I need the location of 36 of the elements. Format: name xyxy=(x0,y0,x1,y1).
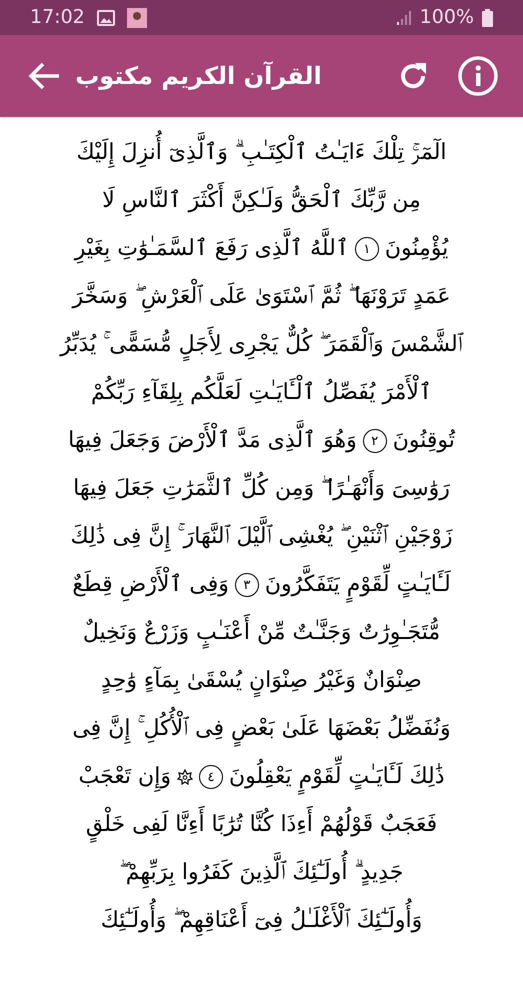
verse-text: زَوْجَيْنِ ٱثْنَيْنِ ۖ يُغْشِى ٱلَّيْلَ ٱلنَّهَارَ ۚ إِنَّ فِى ذَٰلِكَ xyxy=(70,513,453,561)
verse-text: فَعَجَبٌ قَوْلُهُمْ أَءِذَا كُنَّا تُرَٰبًا أَءِنَّا لَفِى خَلْقٍ xyxy=(86,801,438,849)
verse-text: وَأُولَـٰٓئِكَ ٱلْأَغْلَـٰلُ فِىٓ أَعْنَاقِهِمْ ۖ وَأُولَـٰٓئِكَ xyxy=(100,897,422,945)
info-icon xyxy=(458,56,498,96)
image-icon xyxy=(96,10,115,26)
verse-text: جَدِيدٍ ۗ أُولَـٰٓئِكَ ٱلَّذِينَ كَفَرُوا بِرَبِّهِمْ ۖ xyxy=(120,849,404,897)
verse-text: عَمَدٍ تَرَوْنَهَا ۖ ثُمَّ ٱسْتَوَىٰ عَلَى ٱلْعَرْشِ ۖ وَسَخَّرَ xyxy=(72,273,451,321)
verse-text: لَـَٔايَـٰتٍ لِّقَوْمٍ يَتَفَكَّرُونَ xyxy=(264,561,451,609)
app-title: القرآن الكريم مكتوب xyxy=(74,60,323,92)
verse-text: ذَٰلِكَ لَـَٔايَـٰتٍ لِّقَوْمٍ يَعْقِلُونَ xyxy=(228,753,444,801)
app-notification-icon xyxy=(126,8,147,28)
battery-icon xyxy=(482,8,493,26)
info-button[interactable] xyxy=(457,55,499,97)
battery-percent: 100% xyxy=(420,5,474,30)
back-arrow-icon xyxy=(27,61,61,91)
verse-text: وَنُفَضِّلُ بَعْضَهَا عَلَىٰ بَعْضٍ فِى ٱلْأُكُلِ ۚ إِنَّ فِى xyxy=(72,705,451,753)
verse-text: ٱلشَّمْسَ وَٱلْقَمَرَ ۖ كُلٌّ يَجْرِى لِأَجَلٍ مُّسَمًّى ۚ يُدَبِّرُ xyxy=(60,321,463,369)
verse-text: ٱللَّهُ ٱلَّذِى رَفَعَ ٱلسَّمَـٰوَٰتِ بِغَيْرِ xyxy=(74,225,349,273)
verse-text: الٓمٓرۚ تِلْكَ ءَايَـٰتُ ٱلْكِتَـٰبِ ۗ وَٱلَّذِىٓ أُنزِلَ إِلَيْكَ xyxy=(76,129,447,177)
verse-text: وَفِى ٱلْأَرْضِ قِطَعٌ xyxy=(72,561,229,609)
signal-icon xyxy=(396,10,412,26)
verse-text: يُؤْمِنُونَ xyxy=(384,234,448,263)
verse-text: ٱلْأَمْرَ يُفَصِّلُ ٱلْـَٔايَـٰتِ لَعَلَّكُم بِلِقَآءِ رَبِّكُمْ xyxy=(91,369,432,417)
verse-text: صِنْوَانٌ وَغَيْرُ صِنْوَانٍ يُسْقَىٰ بِمَآءٍ وَٰحِدٍ xyxy=(101,657,422,705)
verse-number: ١ xyxy=(354,237,379,261)
verse-text: رَوَٰسِىَ وَأَنْهَـٰرًا ۖ وَمِن كُلِّ ٱلثَّمَرَٰتِ جَعَلَ فِيهَا xyxy=(73,465,450,513)
verse-text: تُوقِنُونَ xyxy=(392,427,455,455)
verse-number: ٢ xyxy=(362,429,387,453)
verse-text: وَإِن تَعْجَبْ xyxy=(78,753,171,801)
verse-text: مُّتَجَـٰوِرَٰتٌ وَجَنَّـٰتٌ مِّنْ أَعْنَـٰبٍ وَزَرْعٌ وَنَخِيلٌ xyxy=(82,609,440,657)
verse-text: وَهُوَ ٱلَّذِى مَدَّ ٱلْأَرْضَ وَجَعَلَ فِيهَا xyxy=(68,417,357,465)
status-time: 17:02 xyxy=(30,5,85,30)
verse-text: مِن رَّبِّكَ ٱلْحَقُّ وَلَـٰكِنَّ أَكْثَرَ ٱلنَّاسِ لَا xyxy=(102,177,421,225)
verse-number: ٤ xyxy=(198,765,223,789)
verse-number: ٣ xyxy=(234,573,259,597)
star-ornament-icon xyxy=(176,769,193,785)
